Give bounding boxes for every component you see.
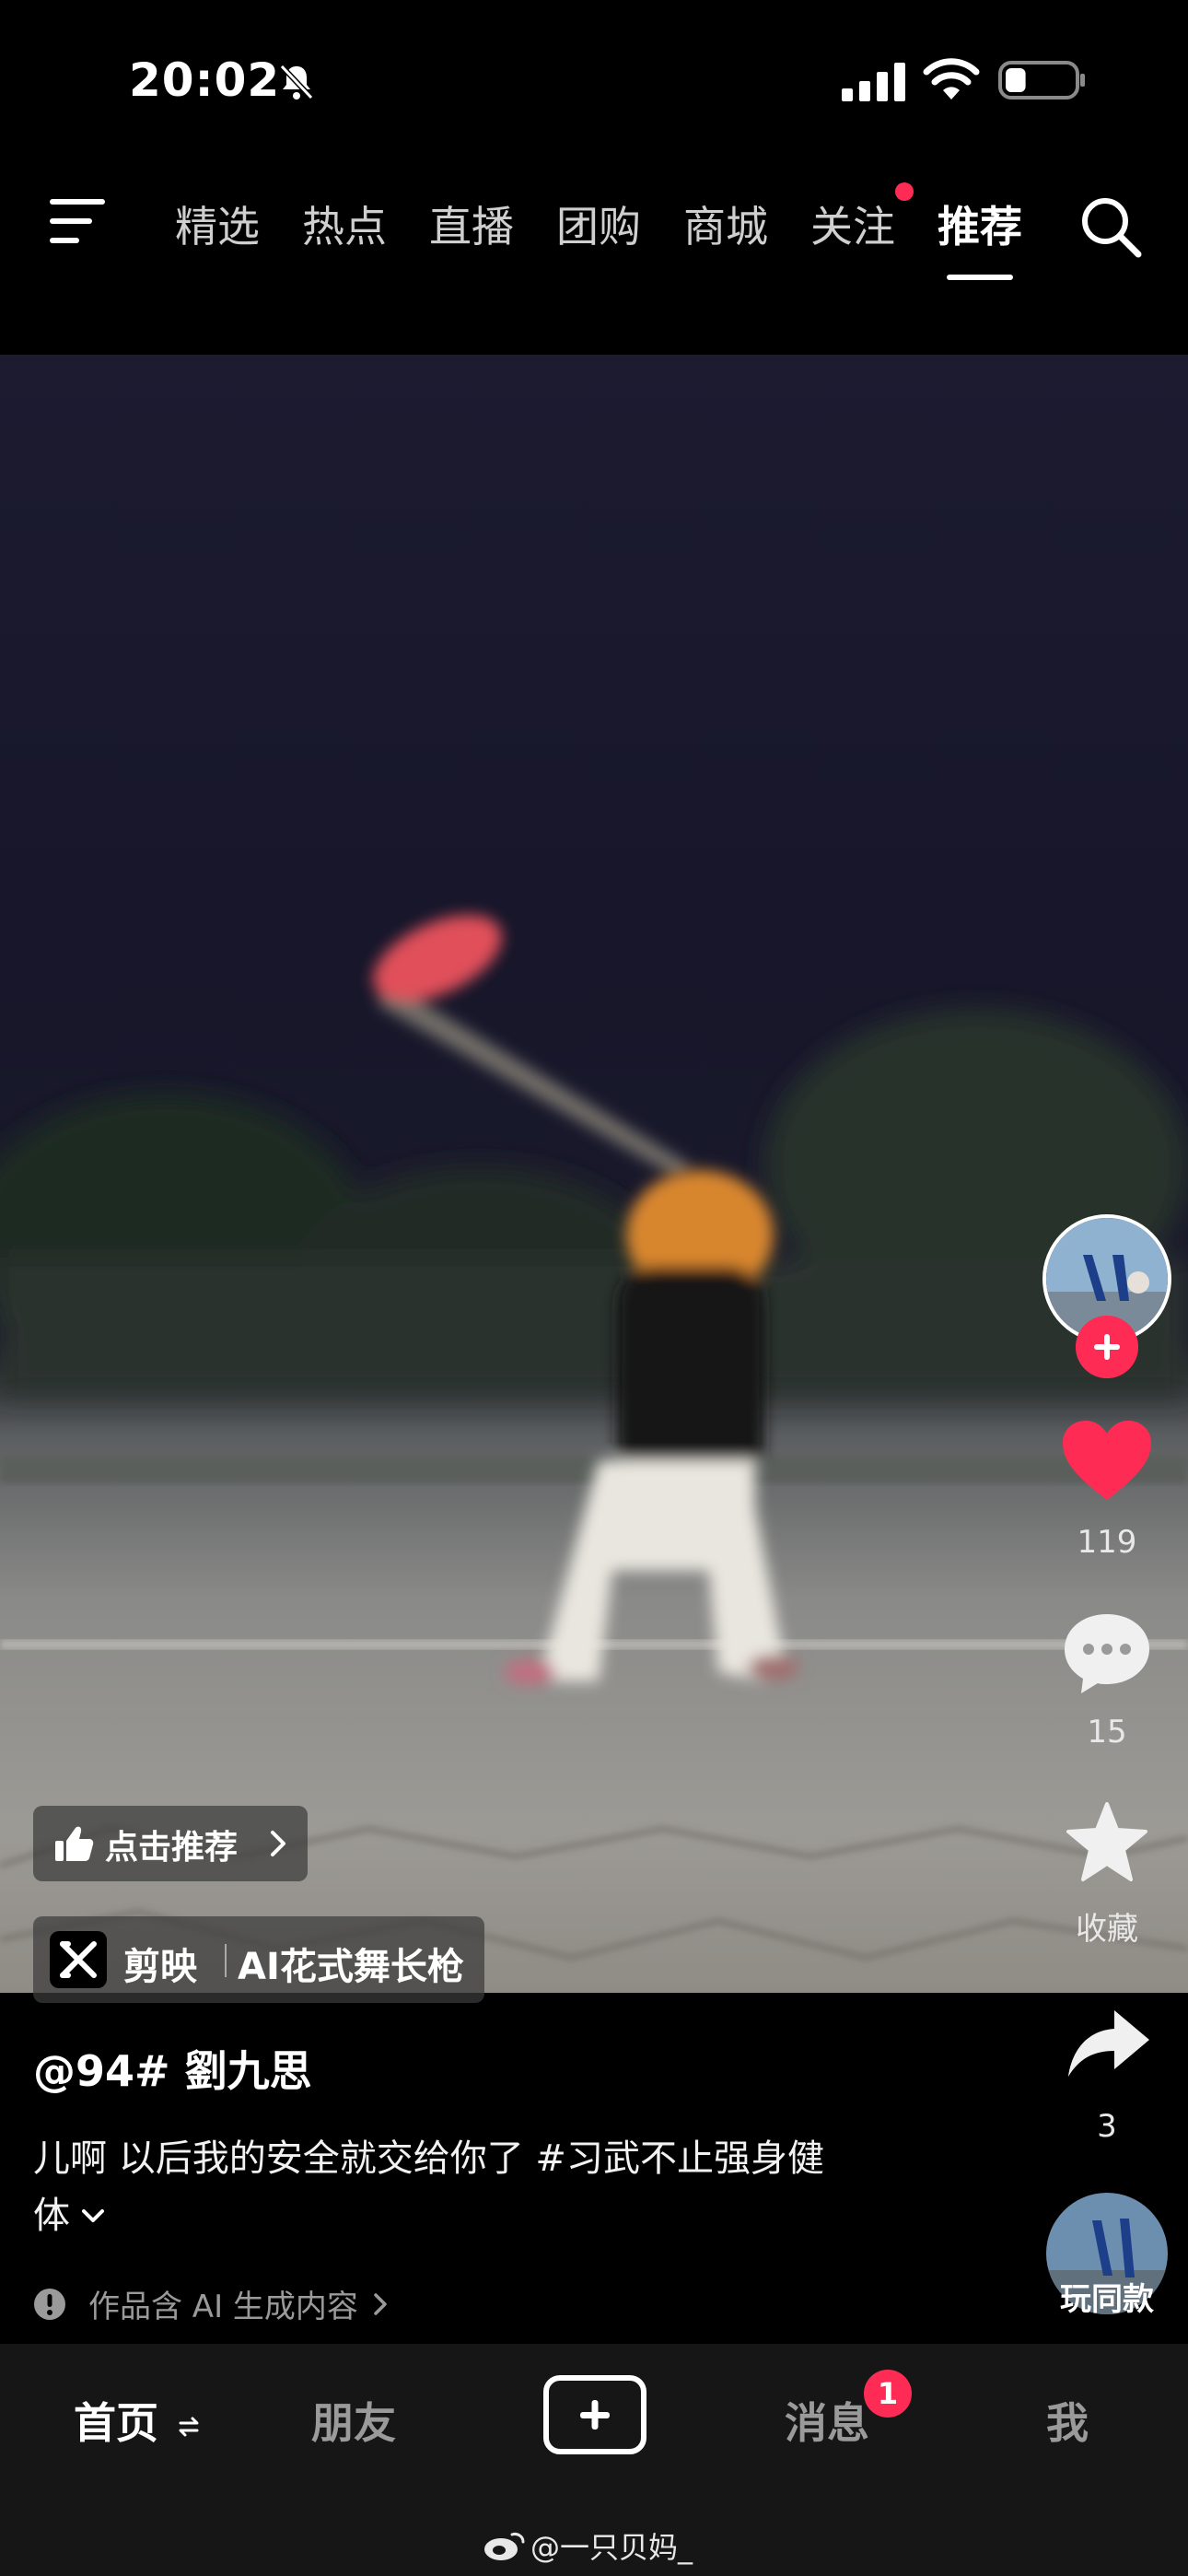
wifi-icon (923, 58, 980, 100)
active-tab-indicator (947, 275, 1013, 280)
video-player[interactable] (0, 355, 1188, 1993)
template-label: AI花式舞长枪 (238, 1946, 464, 1988)
like-count: 119 (1077, 1524, 1137, 1561)
search-icon[interactable] (1077, 193, 1144, 260)
comment-count: 15 (1087, 1714, 1127, 1751)
share-count: 3 (1097, 2108, 1117, 2145)
following-notification-dot (895, 182, 914, 201)
share-arrow-icon[interactable] (1066, 2007, 1151, 2080)
create-post-button[interactable] (543, 2375, 646, 2454)
thumbs-up-icon (55, 1826, 94, 1861)
jianying-template-chip[interactable]: 剪映 AI花式舞长枪 (33, 1916, 484, 2003)
favorite-label: 收藏 (1076, 1911, 1138, 1948)
tab-featured[interactable]: 精选 (175, 193, 260, 254)
ai-note-text: 作品含 AI 生成内容 (88, 2289, 358, 2325)
watermark: @一只贝妈_ (483, 2524, 693, 2567)
messages-badge: 1 (864, 2370, 912, 2418)
jianying-logo-icon (50, 1931, 107, 1988)
nav-friends[interactable]: 朋友 (311, 2390, 396, 2451)
recommend-label: 点击推荐 (105, 1829, 239, 1867)
nav-home-label: 首页 (74, 2398, 158, 2448)
status-time: 20:02 (129, 53, 281, 107)
like-heart-icon[interactable] (1061, 1419, 1153, 1502)
comment-icon[interactable] (1061, 1610, 1153, 1695)
chevron-down-icon[interactable] (79, 2205, 107, 2227)
tab-following[interactable]: 关注 (810, 193, 895, 254)
weibo-logo-icon (484, 2533, 525, 2560)
tab-mall[interactable]: 商城 (683, 193, 768, 254)
nav-me[interactable]: 我 (1046, 2390, 1089, 2451)
jianying-label: 剪映 (123, 1946, 197, 1988)
recommend-chip[interactable]: 点击推荐 (33, 1806, 308, 1881)
nav-home[interactable]: 首页 (74, 2390, 199, 2451)
tab-recommend[interactable]: 推荐 (938, 193, 1022, 254)
favorite-star-icon[interactable] (1065, 1800, 1149, 1883)
chip-divider (225, 1944, 227, 1977)
info-exclamation-icon (34, 2288, 65, 2320)
tab-trending[interactable]: 热点 (302, 193, 387, 254)
battery-icon (998, 61, 1085, 100)
cell-signal-icon (842, 63, 905, 101)
chevron-right-small-icon (374, 2292, 387, 2315)
ai-content-notice[interactable]: 作品含 AI 生成内容 (33, 2281, 390, 2326)
tab-live[interactable]: 直播 (429, 193, 514, 254)
nav-messages[interactable]: 消息 (785, 2390, 869, 2451)
refresh-arrows-icon (179, 2417, 199, 2436)
follow-plus-icon[interactable] (1076, 1316, 1138, 1378)
caption-line-1: 儿啊 以后我的安全就交给你了 #习武不止强身健 (33, 2137, 824, 2180)
caption-line-2: 体 (33, 2195, 70, 2237)
author-name[interactable]: @94# 劉九思 (33, 2038, 312, 2099)
menu-icon[interactable] (48, 195, 107, 247)
chevron-right-icon (271, 1831, 285, 1856)
mute-bell-icon (279, 64, 314, 100)
watermark-text: @一只贝妈_ (530, 2530, 693, 2565)
tab-group-buy[interactable]: 团购 (556, 193, 641, 254)
post-caption[interactable]: 儿啊 以后我的安全就交给你了 #习武不止强身健 体 (33, 2130, 954, 2244)
video-frame-illustration (0, 915, 1188, 1961)
plus-icon (580, 2400, 610, 2430)
same-style-label[interactable]: 玩同款 (1033, 2274, 1181, 2319)
